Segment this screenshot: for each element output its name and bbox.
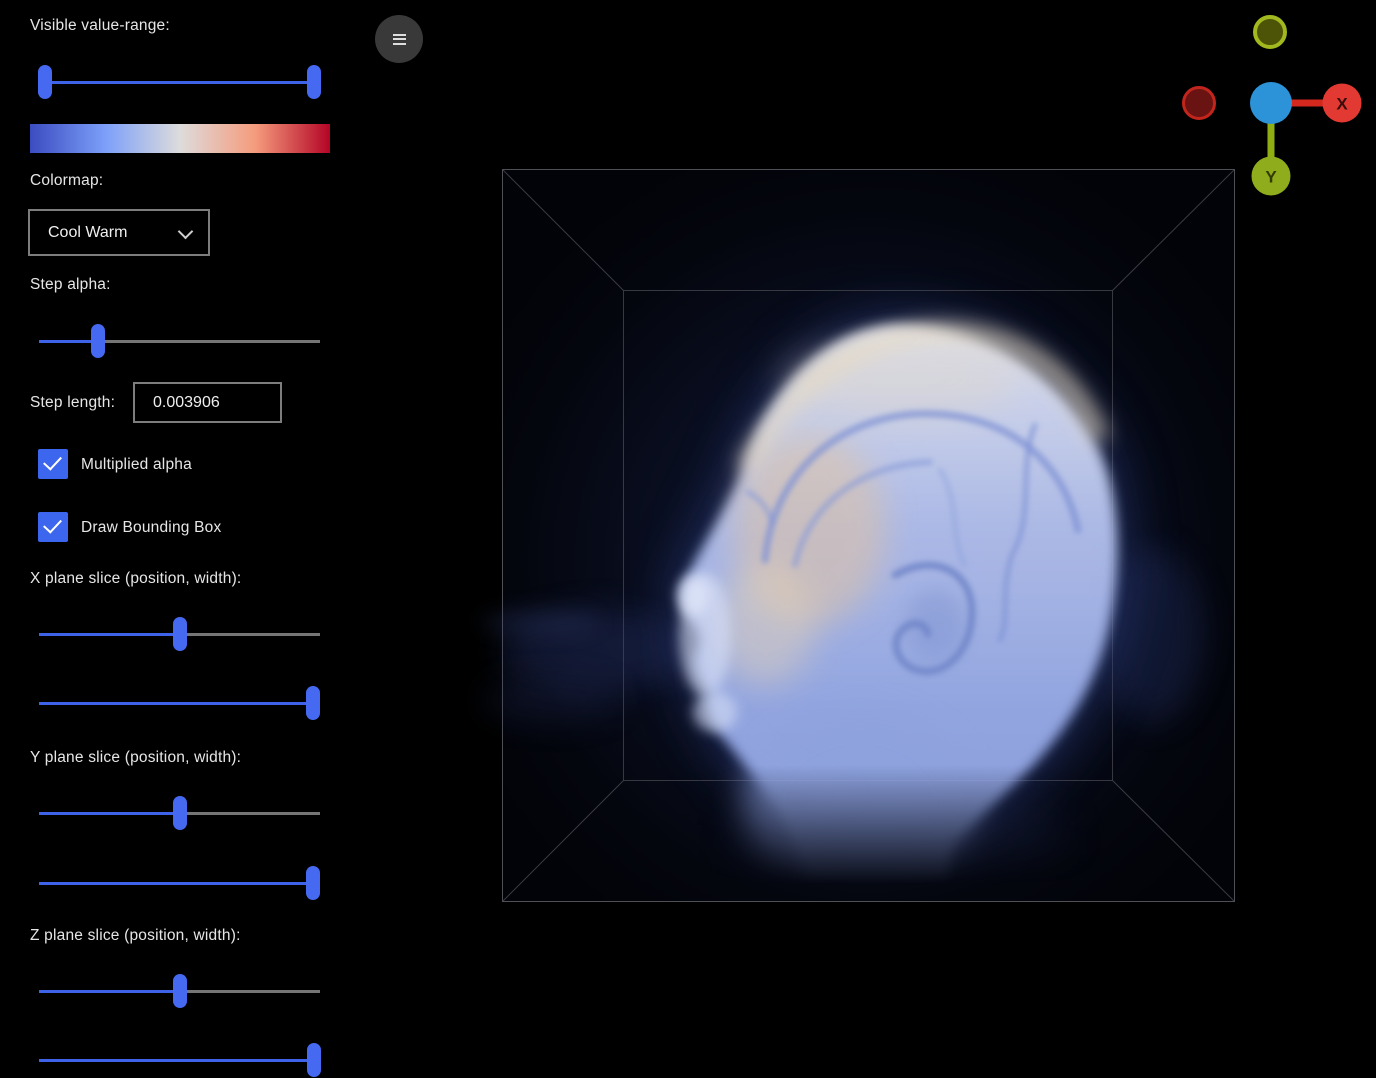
z-slice-label: Z plane slice (position, width): [30, 927, 241, 945]
colormap-gradient-bar [30, 124, 330, 153]
x-slice-label: X plane slice (position, width): [30, 570, 241, 588]
orientation-gizmo[interactable]: X Y [1184, 17, 1362, 196]
y-slice-width-thumb[interactable] [306, 866, 320, 900]
step-alpha-label: Step alpha: [30, 276, 111, 294]
z-slice-width-slider[interactable] [39, 1042, 320, 1078]
draw-bounding-box-checkbox[interactable] [38, 512, 68, 542]
x-slice-width-thumb[interactable] [306, 686, 320, 720]
multiplied-alpha-checkbox[interactable] [38, 449, 68, 479]
x-slice-position-thumb[interactable] [173, 617, 187, 651]
x-slice-position-slider[interactable] [39, 616, 320, 652]
hamburger-menu-button[interactable] [375, 15, 423, 63]
gizmo-z-negative-handle[interactable] [1255, 17, 1285, 47]
gizmo-x-label: X [1336, 95, 1348, 114]
value-range-high-thumb[interactable] [307, 65, 321, 99]
y-slice-label: Y plane slice (position, width): [30, 749, 241, 767]
gizmo-x-negative-handle[interactable] [1184, 88, 1215, 119]
x-slice-width-slider[interactable] [39, 685, 320, 721]
y-slice-width-slider[interactable] [39, 865, 320, 901]
z-slice-position-slider[interactable] [39, 973, 320, 1009]
y-slice-position-thumb[interactable] [173, 796, 187, 830]
colormap-select[interactable]: Cool Warm [28, 209, 210, 256]
step-alpha-thumb[interactable] [91, 324, 105, 358]
draw-bounding-box-label: Draw Bounding Box [81, 519, 221, 537]
value-range-low-thumb[interactable] [38, 65, 52, 99]
colormap-selected-value: Cool Warm [48, 224, 179, 242]
step-length-input[interactable] [133, 382, 282, 423]
value-range-label: Visible value-range: [30, 17, 170, 35]
value-range-slider[interactable] [39, 64, 320, 100]
multiplied-alpha-label: Multiplied alpha [81, 456, 192, 474]
z-slice-position-thumb[interactable] [173, 974, 187, 1008]
step-alpha-slider[interactable] [39, 323, 320, 359]
y-slice-position-slider[interactable] [39, 795, 320, 831]
gizmo-y-label: Y [1265, 168, 1277, 187]
chevron-down-icon [179, 226, 192, 239]
step-length-label: Step length: [30, 394, 115, 412]
hamburger-icon [393, 34, 406, 36]
colormap-label: Colormap: [30, 172, 103, 190]
gizmo-center-handle[interactable] [1250, 82, 1292, 124]
